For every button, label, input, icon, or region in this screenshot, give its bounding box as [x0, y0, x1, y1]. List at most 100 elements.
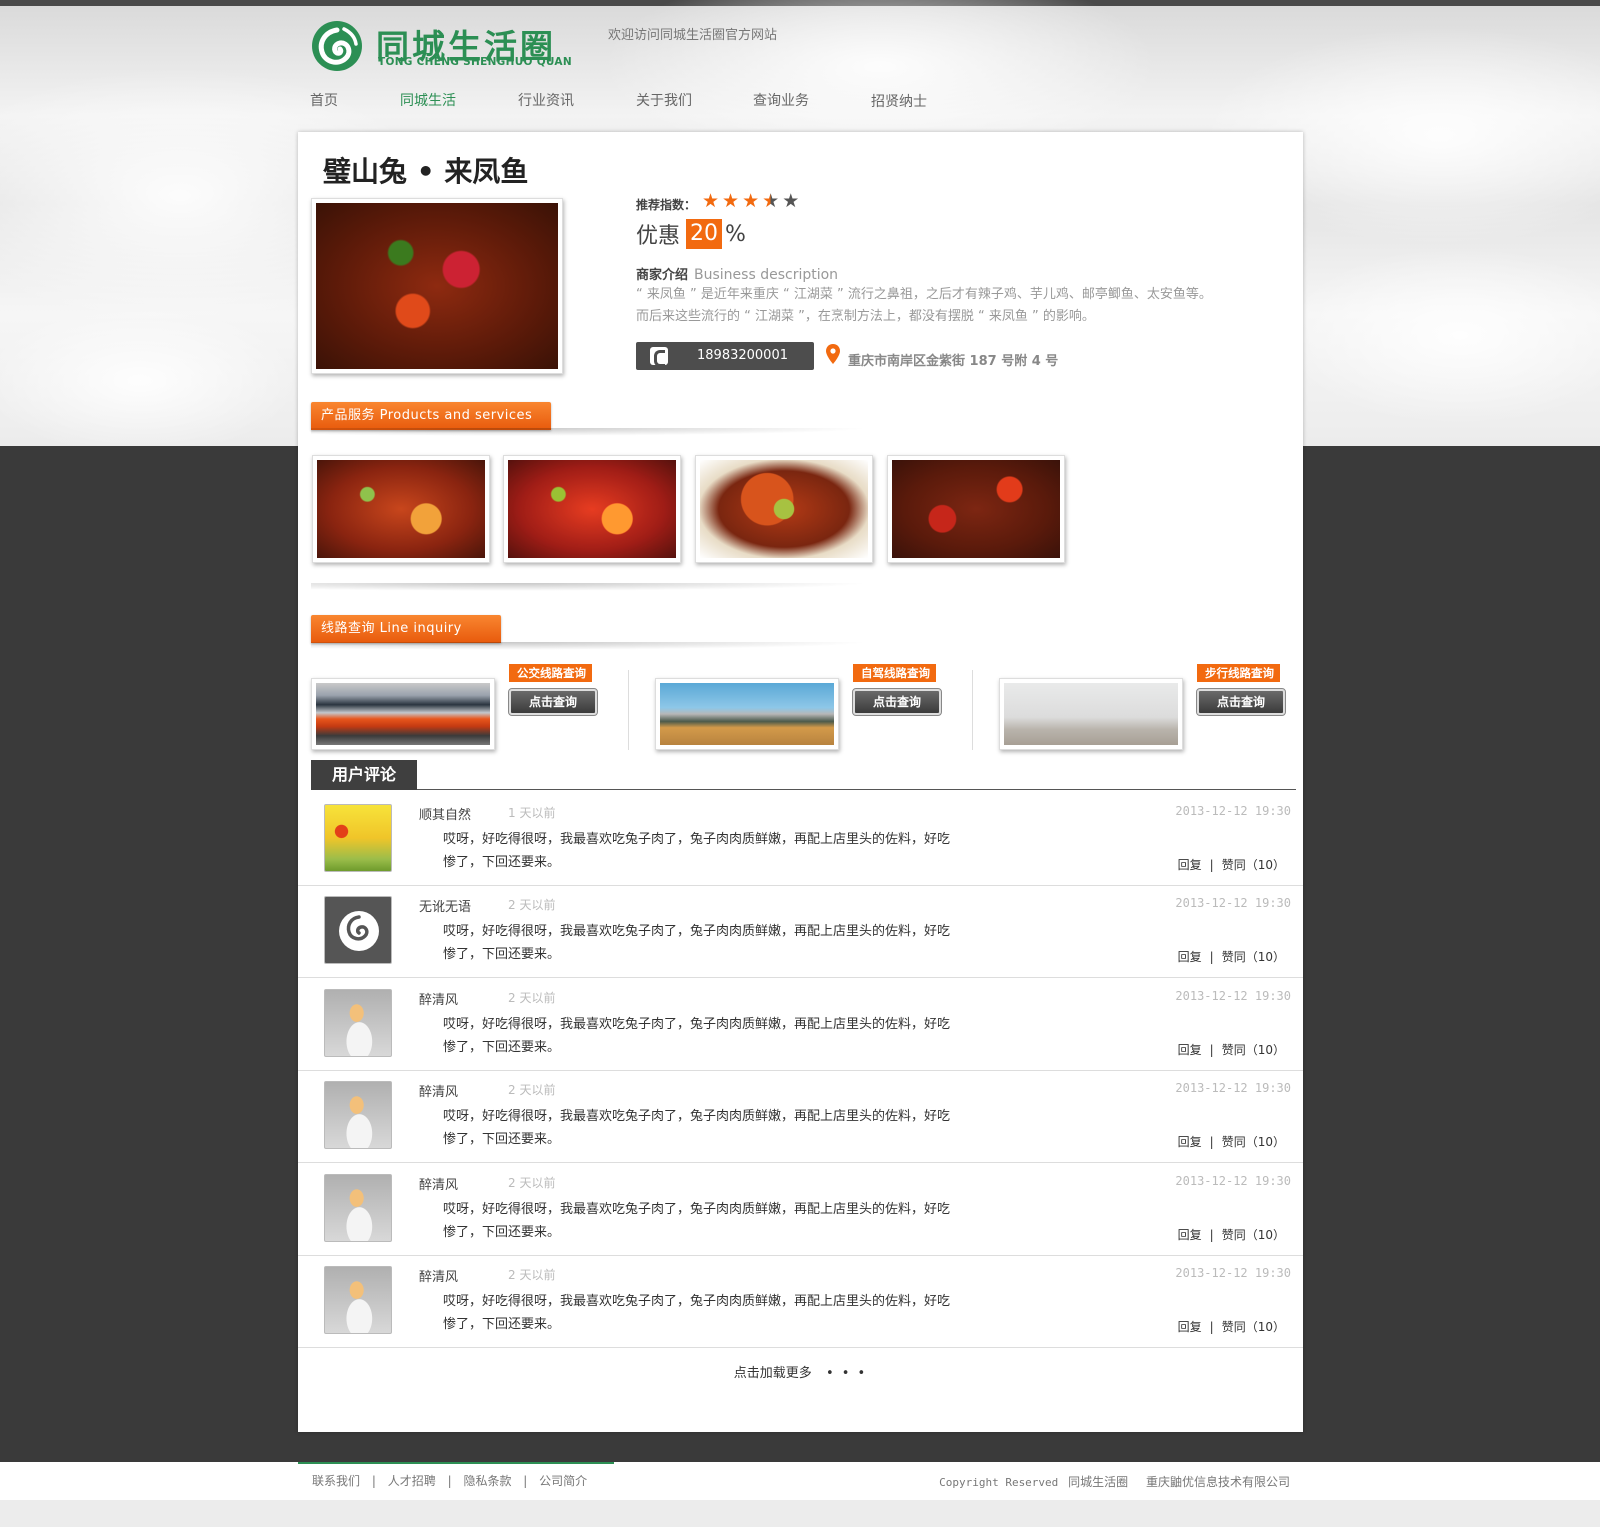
- route-divider: [972, 670, 973, 750]
- more-dots-icon: • • •: [825, 1366, 868, 1381]
- comment-text-line-1: 哎呀，好吃得很呀，我最喜欢吃兔子肉了，兔子肉肉质鲜嫩，再配上店里头的佐料，好吃: [443, 1202, 951, 1217]
- user-avatar[interactable]: [324, 804, 392, 872]
- footer-separator: |: [523, 1474, 528, 1488]
- route-query-button-bus[interactable]: 点击查询: [508, 688, 598, 716]
- reply-button[interactable]: 回复: [1178, 1320, 1202, 1334]
- rating-label: 推荐指数：: [636, 198, 697, 212]
- phone-icon: [650, 347, 668, 367]
- copyright-company: 重庆鼬优信息技术有限公司: [1145, 1475, 1290, 1489]
- comment-username[interactable]: 醉清风: [419, 1266, 458, 1285]
- product-photo-4[interactable]: [887, 455, 1065, 563]
- comment-actions: 回复 | 赞同（10）: [1178, 856, 1285, 873]
- user-avatar[interactable]: [324, 1081, 392, 1149]
- route-query-button-walk[interactable]: 点击查询: [1196, 688, 1286, 716]
- copyright-text: Copyright Reserved: [939, 1476, 1059, 1489]
- nav-item-home[interactable]: 首页: [310, 90, 338, 110]
- routes-section-tab: 线路查询 Line inquiry: [311, 615, 501, 643]
- action-separator: |: [1209, 1135, 1214, 1149]
- load-more-button[interactable]: 点击加载更多 • • •: [298, 1362, 1303, 1381]
- comment-text-line-2: 惨了，下回还要来。: [443, 1040, 561, 1055]
- reply-button[interactable]: 回复: [1178, 858, 1202, 872]
- comment-username[interactable]: 无讹无语: [419, 896, 471, 915]
- logo-swirl-icon: [339, 911, 379, 951]
- rating-stars: ★ ★ ★ ★ ★: [702, 190, 802, 212]
- comment-text: 哎呀，好吃得很呀，我最喜欢吃兔子肉了，兔子肉肉质鲜嫩，再配上店里头的佐料，好吃惨…: [443, 1105, 963, 1151]
- product-photo-3[interactable]: [695, 455, 873, 563]
- comment-item: 顺其自然 1 天以前 2013-12-12 19:30 哎呀，好吃得很呀，我最喜欢吃兔…: [298, 792, 1303, 886]
- comment-date: 2013-12-12 19:30: [1175, 1081, 1291, 1095]
- footer-link-contact[interactable]: 联系我们: [312, 1474, 360, 1488]
- description-line-1: “ 来凤鱼 ” 是近年来重庆 “ 江湖菜 ” 流行之鼻祖，之后才有辣子鸡、芋儿鸡…: [636, 287, 1212, 302]
- footer-separator: |: [447, 1474, 452, 1488]
- phone-box[interactable]: 18983200001: [636, 342, 814, 370]
- action-separator: |: [1209, 1228, 1214, 1242]
- product-photo-1[interactable]: [312, 455, 490, 563]
- like-button[interactable]: 赞同（10）: [1222, 1320, 1285, 1334]
- comment-actions: 回复 | 赞同（10）: [1178, 1041, 1285, 1058]
- comment-text-line-2: 惨了，下回还要来。: [443, 1132, 561, 1147]
- action-separator: |: [1209, 950, 1214, 964]
- comment-text-line-1: 哎呀，好吃得很呀，我最喜欢吃兔子肉了，兔子肉肉质鲜嫩，再配上店里头的佐料，好吃: [443, 924, 951, 939]
- like-button[interactable]: 赞同（10）: [1222, 1135, 1285, 1149]
- section-divider: [311, 583, 871, 591]
- like-button[interactable]: 赞同（10）: [1222, 1043, 1285, 1057]
- comment-actions: 回复 | 赞同（10）: [1178, 1226, 1285, 1243]
- shop-main-photo: [311, 198, 563, 374]
- route-query-button-drive[interactable]: 点击查询: [852, 688, 942, 716]
- footer-link-privacy[interactable]: 隐私条款: [463, 1474, 511, 1488]
- site-logo[interactable]: 同城生活圈 TONG CHENG SHENGHUO QUAN: [310, 18, 600, 74]
- site-header: 同城生活圈 TONG CHENG SHENGHUO QUAN 欢迎访问同城生活圈…: [310, 18, 1290, 128]
- user-avatar[interactable]: [324, 1174, 392, 1242]
- footer-link-jobs[interactable]: 人才招聘: [388, 1474, 436, 1488]
- user-avatar[interactable]: [324, 1266, 392, 1334]
- star-full-icon: ★: [742, 190, 760, 212]
- comment-text-line-1: 哎呀，好吃得很呀，我最喜欢吃兔子肉了，兔子肉肉质鲜嫩，再配上店里头的佐料，好吃: [443, 1109, 951, 1124]
- comment-time-ago: 2 天以前: [508, 991, 556, 1005]
- nav-item-query-service[interactable]: 查询业务: [753, 90, 809, 110]
- comment-text: 哎呀，好吃得很呀，我最喜欢吃兔子肉了，兔子肉肉质鲜嫩，再配上店里头的佐料，好吃惨…: [443, 1290, 963, 1336]
- comment-text-line-1: 哎呀，好吃得很呀，我最喜欢吃兔子肉了，兔子肉肉质鲜嫩，再配上店里头的佐料，好吃: [443, 832, 951, 847]
- welcome-text: 欢迎访问同城生活圈官方网站: [608, 28, 778, 43]
- comment-text-line-2: 惨了，下回还要来。: [443, 947, 561, 962]
- like-button[interactable]: 赞同（10）: [1222, 858, 1285, 872]
- comment-username[interactable]: 顺其自然: [419, 804, 471, 823]
- section-divider: [311, 428, 871, 436]
- comment-text-line-1: 哎呀，好吃得很呀，我最喜欢吃兔子肉了，兔子肉肉质鲜嫩，再配上店里头的佐料，好吃: [443, 1017, 951, 1032]
- nav-item-industry-news[interactable]: 行业资讯: [518, 90, 574, 110]
- comment-item: 醉清风 2 天以前 2013-12-12 19:30 哎呀，好吃得很呀，我最喜欢吃兔子…: [298, 1069, 1303, 1163]
- star-full-icon: ★: [722, 190, 740, 212]
- route-photo-drive: [655, 678, 839, 750]
- user-avatar[interactable]: [324, 989, 392, 1057]
- comments-title: 用户评论: [311, 760, 417, 790]
- comment-username[interactable]: 醉清风: [419, 1174, 458, 1193]
- phone-number: 18983200001: [697, 348, 788, 363]
- reply-button[interactable]: 回复: [1178, 1228, 1202, 1242]
- site-footer: 联系我们 | 人才招聘 | 隐私条款 | 公司简介 Copyright Rese…: [0, 1462, 1600, 1500]
- comment-actions: 回复 | 赞同（10）: [1178, 1318, 1285, 1335]
- shop-detail-card: 璧山兔 • 来凤鱼 推荐指数： ★ ★ ★ ★ ★ 优惠 20% 商家介绍 Business…: [298, 132, 1303, 1432]
- shop-address: 重庆市南岸区金紫街 187 号附 4 号: [848, 354, 1059, 369]
- nav-item-about-us[interactable]: 关于我们: [636, 90, 692, 110]
- comment-time-ago: 2 天以前: [508, 1176, 556, 1190]
- user-avatar[interactable]: [324, 896, 392, 964]
- comment-actions: 回复 | 赞同（10）: [1178, 948, 1285, 965]
- route-divider: [628, 670, 629, 750]
- footer-link-about[interactable]: 公司简介: [539, 1474, 587, 1488]
- reply-button[interactable]: 回复: [1178, 1135, 1202, 1149]
- nav-item-careers[interactable]: 招贤纳士: [871, 91, 927, 111]
- like-button[interactable]: 赞同（10）: [1222, 1228, 1285, 1242]
- like-button[interactable]: 赞同（10）: [1222, 950, 1285, 964]
- comment-username[interactable]: 醉清风: [419, 989, 458, 1008]
- discount-unit: %: [725, 221, 746, 247]
- route-photo-bus: [311, 678, 495, 750]
- comment-date: 2013-12-12 19:30: [1175, 989, 1291, 1003]
- comment-date: 2013-12-12 19:30: [1175, 896, 1291, 910]
- nav-item-city-life[interactable]: 同城生活: [400, 90, 456, 110]
- reply-button[interactable]: 回复: [1178, 950, 1202, 964]
- action-separator: |: [1209, 1043, 1214, 1057]
- reply-button[interactable]: 回复: [1178, 1043, 1202, 1057]
- comment-item: 无讹无语 2 天以前 2013-12-12 19:30 哎呀，好吃得很呀，我最喜欢吃兔…: [298, 884, 1303, 978]
- location-pin-icon: [826, 344, 840, 364]
- product-photo-2[interactable]: [503, 455, 681, 563]
- comment-username[interactable]: 醉清风: [419, 1081, 458, 1100]
